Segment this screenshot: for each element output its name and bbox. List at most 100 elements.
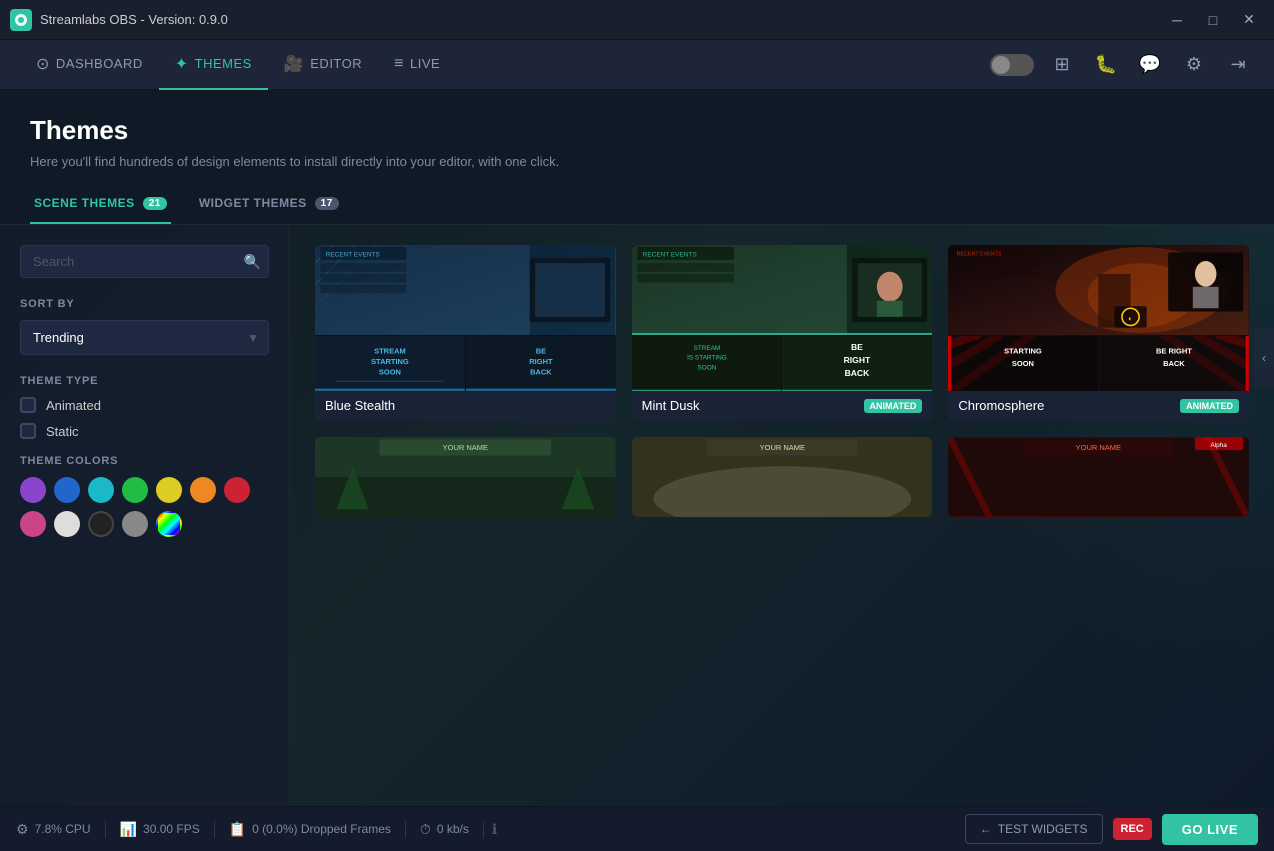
- cpu-status: ⚙ 7.8% CPU: [16, 821, 106, 838]
- static-checkbox[interactable]: [20, 423, 36, 439]
- svg-text:SOON: SOON: [697, 364, 716, 371]
- mint-dusk-badge: ANIMATED: [864, 399, 923, 413]
- animated-checkbox[interactable]: [20, 397, 36, 413]
- go-live-button[interactable]: GO LIVE: [1162, 814, 1258, 845]
- blue-stealth-name: Blue Stealth: [325, 398, 395, 413]
- mint-dusk-name: Mint Dusk: [642, 398, 700, 413]
- svg-text:RECENT EVENTS: RECENT EVENTS: [326, 252, 380, 259]
- swatch-white[interactable]: [54, 511, 80, 537]
- static-label: Static: [46, 424, 79, 439]
- mint-dusk-preview: RECENT EVENTS: [632, 245, 933, 390]
- test-widgets-button[interactable]: ← TEST WIDGETS: [965, 814, 1103, 844]
- scroll-right-hint[interactable]: ‹: [1254, 328, 1274, 388]
- svg-text:◐: ◐: [1129, 314, 1134, 323]
- svg-text:BE: BE: [851, 342, 863, 352]
- svg-text:BE RIGHT: BE RIGHT: [1156, 346, 1192, 355]
- dropped-label: 0 (0.0%) Dropped Frames: [252, 822, 391, 836]
- minimize-button[interactable]: ─: [1162, 9, 1192, 31]
- page-title: Themes: [30, 115, 1244, 146]
- nav-label-editor: EDITOR: [310, 56, 362, 71]
- chromosphere-bottom-right: BE RIGHT BACK: [1099, 336, 1249, 391]
- toggle-knob: [992, 56, 1010, 74]
- app-logo: [10, 9, 32, 31]
- nav-label-live: LIVE: [410, 56, 440, 71]
- animated-label: Animated: [46, 398, 101, 413]
- dropped-icon: 📋: [229, 821, 246, 838]
- chromosphere-footer: Chromosphere ANIMATED: [948, 390, 1249, 421]
- chromosphere-badge: ANIMATED: [1180, 399, 1239, 413]
- theme-grid: RECENT EVENTS: [315, 245, 1249, 517]
- swatch-red[interactable]: [224, 477, 250, 503]
- tabs-row: SCENE THEMES 21 WIDGET THEMES 17: [0, 184, 1274, 225]
- svg-text:BACK: BACK: [1163, 359, 1185, 368]
- tab-widget-themes[interactable]: WIDGET THEMES 17: [195, 184, 343, 224]
- svg-text:RECENT EVENTS: RECENT EVENTS: [642, 252, 696, 259]
- nav-item-dashboard[interactable]: ⊙ DASHBOARD: [20, 40, 159, 90]
- fps-label: 30.00 FPS: [143, 822, 200, 836]
- tab-scene-themes[interactable]: SCENE THEMES 21: [30, 184, 171, 224]
- swatch-teal[interactable]: [88, 477, 114, 503]
- swatch-dark[interactable]: [88, 511, 114, 537]
- checkbox-static[interactable]: Static: [20, 423, 269, 439]
- blue-stealth-footer: Blue Stealth: [315, 390, 616, 421]
- svg-text:BACK: BACK: [530, 368, 552, 377]
- theme-card-partial-3[interactable]: YOUR NAME Alpha: [948, 437, 1249, 517]
- dashboard-icon: ⊙: [36, 54, 50, 74]
- cpu-icon: ⚙: [16, 821, 29, 838]
- settings-button[interactable]: ⚙: [1178, 49, 1210, 81]
- maximize-button[interactable]: □: [1198, 9, 1228, 31]
- blue-stealth-preview: RECENT EVENTS: [315, 245, 616, 390]
- chromosphere-bottom-left: STARTING SOON: [948, 336, 1098, 391]
- swatch-orange[interactable]: [190, 477, 216, 503]
- svg-text:RIGHT: RIGHT: [844, 355, 871, 365]
- blue-stealth-bottom-left: STREAM STARTING SOON: [315, 336, 465, 391]
- mint-dusk-bottom-right: BE RIGHT BACK: [782, 336, 932, 391]
- nav-right: ⊞ 🐛 💬 ⚙ ⇥: [990, 49, 1254, 81]
- rec-badge[interactable]: REC: [1113, 818, 1152, 840]
- close-button[interactable]: ✕: [1234, 9, 1264, 31]
- theme-card-blue-stealth[interactable]: RECENT EVENTS: [315, 245, 616, 421]
- bug-button[interactable]: 🐛: [1090, 49, 1122, 81]
- theme-card-mint-dusk[interactable]: RECENT EVENTS: [632, 245, 933, 421]
- toggle-switch[interactable]: [990, 54, 1034, 76]
- themes-icon: ✦: [175, 54, 189, 74]
- svg-text:SOON: SOON: [1012, 359, 1034, 368]
- theme-card-chromosphere[interactable]: RECENT EVENTS: [948, 245, 1249, 421]
- page-header: Themes Here you'll find hundreds of desi…: [0, 90, 1274, 184]
- discord-button[interactable]: 💬: [1134, 49, 1166, 81]
- svg-text:RECENT EVENTS: RECENT EVENTS: [957, 252, 1002, 258]
- live-icon: ≡: [394, 55, 404, 73]
- page-subtitle: Here you'll find hundreds of design elem…: [30, 154, 1244, 169]
- nav-item-editor[interactable]: 🎥 EDITOR: [268, 40, 378, 90]
- svg-text:BE: BE: [536, 346, 546, 355]
- tab-scene-themes-label: SCENE THEMES: [34, 196, 135, 210]
- svg-text:IS STARTING: IS STARTING: [687, 355, 727, 362]
- search-container: 🔍: [20, 245, 269, 278]
- theme-card-partial-2[interactable]: YOUR NAME: [632, 437, 933, 517]
- theme-card-partial-1[interactable]: YOUR NAME: [315, 437, 616, 517]
- search-button[interactable]: 🔍: [244, 253, 261, 270]
- sort-select[interactable]: Trending Newest Popular: [20, 320, 269, 355]
- swatch-pink[interactable]: [20, 511, 46, 537]
- test-widgets-arrow: ←: [980, 822, 992, 836]
- mint-dusk-top: RECENT EVENTS: [632, 245, 933, 335]
- tab-widget-themes-badge: 17: [315, 197, 339, 210]
- svg-text:RIGHT: RIGHT: [529, 357, 553, 366]
- info-icon[interactable]: ℹ: [492, 821, 497, 838]
- colors-label: THEME COLORS: [20, 455, 269, 467]
- swatch-gray[interactable]: [122, 511, 148, 537]
- swatch-rainbow[interactable]: [156, 511, 182, 537]
- columns-button[interactable]: ⊞: [1046, 49, 1078, 81]
- nav-item-live[interactable]: ≡ LIVE: [378, 40, 456, 90]
- checkbox-animated[interactable]: Animated: [20, 397, 269, 413]
- svg-text:STARTING: STARTING: [1004, 346, 1042, 355]
- search-input[interactable]: [20, 245, 269, 278]
- nav-item-themes[interactable]: ✦ THEMES: [159, 40, 268, 90]
- collapse-button[interactable]: ⇥: [1222, 49, 1254, 81]
- swatch-purple[interactable]: [20, 477, 46, 503]
- nav-bar: ⊙ DASHBOARD ✦ THEMES 🎥 EDITOR ≡ LIVE ⊞ 🐛…: [0, 40, 1274, 90]
- swatch-green[interactable]: [122, 477, 148, 503]
- swatch-blue[interactable]: [54, 477, 80, 503]
- swatch-yellow[interactable]: [156, 477, 182, 503]
- svg-text:YOUR NAME: YOUR NAME: [1076, 443, 1121, 452]
